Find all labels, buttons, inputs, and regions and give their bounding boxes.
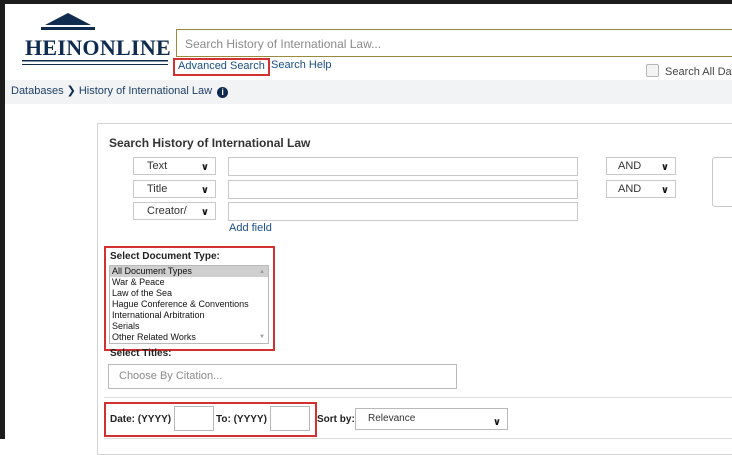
search-box[interactable] <box>176 29 732 57</box>
search-help-link[interactable]: Search Help <box>271 59 332 71</box>
citation-select[interactable]: Choose By Citation... <box>108 364 457 389</box>
field-select-1[interactable]: Text ∨ <box>133 157 216 175</box>
date-from-input[interactable] <box>174 406 214 431</box>
select-titles-label: Select Titles: <box>110 348 172 359</box>
sort-by-select[interactable]: Relevance ∨ <box>355 408 508 430</box>
search-input[interactable] <box>183 31 707 57</box>
date-from-label: Date: (YYYY) <box>110 414 172 425</box>
field-select-3-value: Creator/ <box>147 205 187 217</box>
window-top-border <box>0 0 732 4</box>
section-divider <box>104 397 732 398</box>
panel-title: Search History of International Law <box>109 136 311 150</box>
scroll-up-icon[interactable]: ▲ <box>259 269 265 275</box>
date-to-input[interactable] <box>270 406 310 431</box>
boolean-select-1[interactable]: AND ∨ <box>606 157 676 175</box>
chevron-down-icon: ∨ <box>200 207 209 218</box>
field-input-2[interactable] <box>228 180 578 199</box>
advanced-search-link[interactable]: Advanced Search <box>173 58 270 76</box>
field-select-3[interactable]: Creator/ ∨ <box>133 202 216 220</box>
field-input-1[interactable] <box>228 157 578 176</box>
field-select-2[interactable]: Title ∨ <box>133 180 216 198</box>
field-select-2-value: Title <box>147 183 168 195</box>
heinonline-logo[interactable]: HEINONLINE <box>20 13 172 68</box>
document-type-option[interactable]: International Arbitration <box>110 310 268 321</box>
sort-by-label: Sort by: <box>317 414 355 425</box>
document-type-label: Select Document Type: <box>110 251 220 262</box>
add-field-link[interactable]: Add field <box>229 222 272 234</box>
boolean-select-1-value: AND <box>618 160 642 172</box>
field-select-1-value: Text <box>147 160 168 172</box>
breadcrumb-databases-link[interactable]: Databases <box>11 85 64 97</box>
listbox-scrollbar[interactable]: ▲ ▼ <box>258 267 267 342</box>
document-type-option[interactable]: Hague Conference & Conventions <box>110 299 268 310</box>
chevron-down-icon: ∨ <box>492 417 501 428</box>
window-left-border <box>0 0 5 439</box>
field-input-3[interactable] <box>228 202 578 221</box>
info-icon[interactable]: i <box>217 87 229 98</box>
breadcrumb-current-link[interactable]: History of International Law <box>79 85 212 97</box>
date-to-label: To: (YYYY) <box>216 414 267 425</box>
document-type-option[interactable]: Other Related Works <box>110 332 268 343</box>
document-type-option[interactable]: All Document Types <box>110 266 268 277</box>
document-type-option[interactable]: War & Peace <box>110 277 268 288</box>
chevron-down-icon: ∨ <box>660 185 669 196</box>
side-panel-box[interactable] <box>712 157 732 207</box>
document-type-listbox[interactable]: All Document Types War & Peace Law of th… <box>109 265 269 344</box>
document-type-option[interactable]: Serials <box>110 321 268 332</box>
search-all-databases-option[interactable]: Search All Databa <box>646 64 732 78</box>
boolean-select-2-value: AND <box>618 183 642 195</box>
boolean-select-2[interactable]: AND ∨ <box>606 180 676 198</box>
sort-by-value: Relevance <box>368 413 416 424</box>
chevron-right-icon: ❯ <box>66 85 76 97</box>
logo-text: HEINONLINE <box>25 35 172 60</box>
search-all-checkbox[interactable] <box>646 64 659 77</box>
search-all-label: Search All Databa <box>665 66 732 78</box>
chevron-down-icon: ∨ <box>660 162 669 173</box>
chevron-down-icon: ∨ <box>200 185 209 196</box>
chevron-down-icon: ∨ <box>200 162 209 173</box>
document-type-option[interactable]: Law of the Sea <box>110 288 268 299</box>
breadcrumb: Databases ❯ History of International Law i <box>11 84 229 98</box>
scroll-down-icon[interactable]: ▼ <box>259 334 265 340</box>
